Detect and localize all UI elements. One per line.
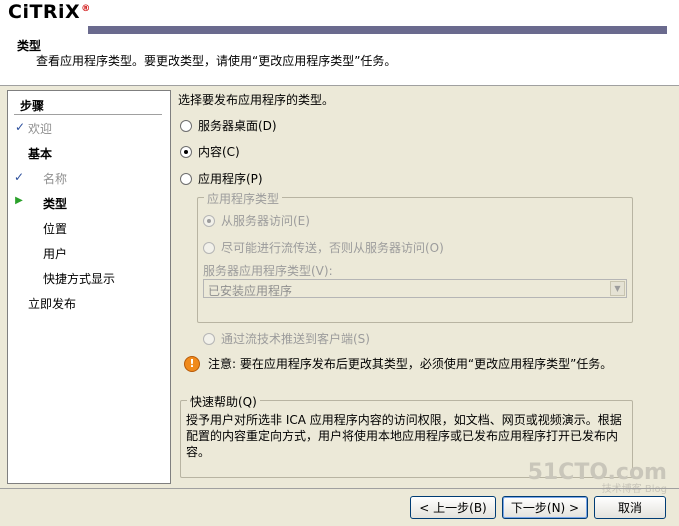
cancel-button[interactable]: 取消 (594, 496, 666, 519)
steps-panel: 步骤 ✓ 欢迎 基本 ✓ 名称 ▶ 类型 位置 用户 快捷方式显示 立即发布 (7, 90, 171, 484)
current-step-arrow-icon: ▶ (15, 195, 23, 206)
step-type-current: ▶ 类型 (15, 195, 67, 212)
citrix-logo: CiTRiX® (8, 1, 91, 23)
steps-divider (14, 114, 162, 115)
server-app-type-label: 服务器应用程序类型(V): (203, 264, 333, 278)
step-location: 位置 (43, 222, 68, 236)
warning-icon: ! (184, 355, 200, 372)
step-welcome: ✓ 欢迎 (14, 120, 53, 136)
radio-button-icon[interactable] (180, 145, 192, 158)
footer-divider (0, 488, 679, 489)
step-name: ✓ 名称 (13, 170, 68, 186)
step-publish-now: 立即发布 (28, 297, 77, 311)
radio-button-icon[interactable] (203, 332, 215, 345)
step-shortcut-display: 快捷方式显示 (43, 272, 116, 286)
next-button[interactable]: 下一步(N) > (502, 496, 588, 519)
radio-stream-to-client[interactable]: 通过流技术推送到客户端(S) (203, 330, 370, 347)
radio-button-icon[interactable] (180, 119, 192, 132)
brand-bar (88, 26, 667, 34)
radio-server-desktop[interactable]: 服务器桌面(D) (180, 117, 277, 134)
radio-button-icon[interactable] (180, 172, 192, 185)
server-app-type-select[interactable]: 已安装应用程序 ▼ (203, 279, 627, 298)
radio-access-from-server[interactable]: 从服务器访问(E) (203, 212, 310, 229)
type-prompt: 选择要发布应用程序的类型。 (178, 93, 335, 107)
radio-stream-if-possible[interactable]: 尽可能进行流传送，否则从服务器访问(O) (203, 239, 444, 256)
watermark: 51CTO.com 技术博客 Blog (527, 460, 667, 496)
wizard-header: CiTRiX® 类型 查看应用程序类型。要更改类型，请使用“更改应用程序类型”任… (0, 0, 679, 86)
radio-button-icon[interactable] (203, 241, 215, 254)
step-users: 用户 (43, 247, 68, 261)
steps-heading: 步骤 (20, 99, 45, 113)
step-group-basic: 基本 (28, 147, 53, 161)
radio-application[interactable]: 应用程序(P) (180, 170, 263, 187)
checkmark-icon: ✓ (14, 120, 26, 134)
checkmark-icon: ✓ (13, 170, 25, 184)
chevron-down-icon[interactable]: ▼ (610, 281, 625, 296)
app-type-group-title: 应用程序类型 (204, 190, 283, 207)
quick-help-title[interactable]: 快速帮助(Q) (187, 393, 260, 410)
type-change-notice: ! 注意: 要在应用程序发布后更改其类型，必须使用“更改应用程序类型”任务。 (184, 355, 612, 372)
quick-help-text: 授予用户对所选非 ICA 应用程序内容的访问权限，如文档、网页或视频演示。根据配… (186, 413, 622, 459)
page-description: 查看应用程序类型。要更改类型，请使用“更改应用程序类型”任务。 (36, 54, 397, 68)
back-button[interactable]: < 上一步(B) (410, 496, 496, 519)
radio-content[interactable]: 内容(C) (180, 143, 240, 160)
radio-button-icon[interactable] (203, 214, 215, 227)
